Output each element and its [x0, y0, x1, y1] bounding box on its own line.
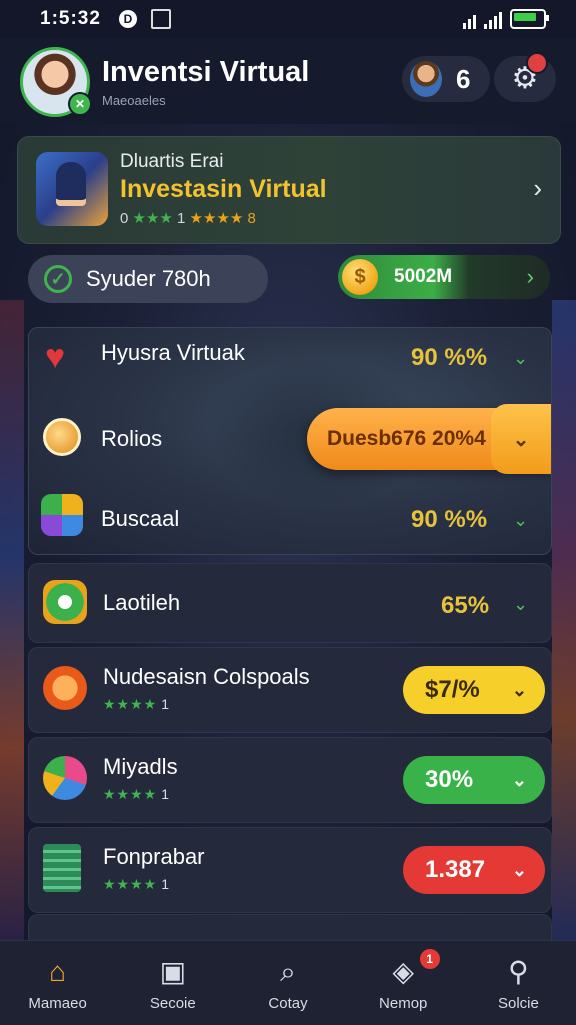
status-pill[interactable]: ✓ Syuder 780h — [28, 255, 268, 303]
check-icon: ✓ — [44, 265, 72, 293]
notification-icon: D — [118, 10, 137, 28]
chevron-down-icon: ⌄ — [511, 769, 527, 790]
gift-icon — [43, 666, 87, 710]
group-row-label[interactable]: Hyusra Virtuak — [101, 340, 245, 366]
chart-icon: ⌕ — [280, 955, 296, 987]
nav-label: Mamaeo — [28, 994, 87, 1012]
app-title: Inventsi Virtual — [102, 56, 310, 88]
balance-button[interactable]: $ 5002M › — [338, 255, 550, 299]
chevron-down-icon: ⌄ — [511, 679, 527, 700]
notification-badge: 1 — [417, 947, 442, 971]
nav-label: Solcie — [497, 994, 539, 1012]
orange-stars-icon: ★★★★ — [189, 210, 244, 227]
chevron-down-icon: ⌄ — [511, 859, 527, 880]
background-glow-left — [0, 300, 24, 940]
app-subtitle: Maeoaeles — [102, 93, 166, 108]
featured-game-icon — [36, 152, 108, 226]
nav-label: Secoie — [149, 994, 196, 1012]
notification-dot — [526, 52, 548, 74]
list-item-title: Laotileh — [103, 590, 181, 615]
rating-count: 1 — [161, 786, 170, 802]
status-time: 1:5:32 — [40, 8, 101, 29]
signal-icon — [484, 12, 502, 29]
nav-calendar[interactable]: ▣ Secoie — [115, 941, 230, 1025]
list-item[interactable]: Nudesaisn Colspoals ★★★★ 1 $7/% ⌄ — [28, 647, 552, 733]
chevron-down-icon[interactable]: ⌄ — [513, 510, 528, 531]
character-icon — [410, 61, 442, 97]
featured-subtitle: Dluartis Erai — [120, 151, 224, 172]
value-badge[interactable]: $7/% ⌄ — [403, 666, 545, 714]
badge-value: 30% — [425, 766, 474, 793]
search-icon: ⚲ — [508, 955, 529, 987]
nav-chart[interactable]: ⌕ Cotay — [230, 941, 345, 1025]
group-row-value: 90 %% — [411, 506, 488, 533]
app-header: ✕ Inventsi Virtual Maeoaeles 6 ⚙ — [0, 38, 576, 124]
list-item[interactable]: Miyadls ★★★★ 1 30% ⌄ — [28, 737, 552, 823]
rating-stars: ★★★★ 1 — [103, 696, 170, 712]
coin-count: 6 — [456, 63, 471, 94]
list-item-title: Nudesaisn Colspoals — [103, 664, 310, 689]
badge-value: $7/% — [425, 676, 480, 703]
heart-icon: ♥ — [45, 338, 66, 376]
settings-button[interactable]: ⚙ — [494, 52, 556, 102]
chevron-down-icon[interactable]: ⌄ — [513, 348, 528, 369]
rating-suffix: 8 — [247, 210, 256, 227]
group-row-label[interactable]: Buscaal — [101, 506, 179, 532]
balance-amount: 5002M — [394, 266, 453, 287]
featured-rating: 0 ★★★ 1 ★★★★ 8 — [120, 209, 256, 227]
status-bar: 1:5:32 D — [0, 0, 576, 38]
coin-icon: $ — [342, 259, 378, 295]
coins-button[interactable]: 6 — [402, 56, 490, 102]
rating-count: 1 — [161, 876, 170, 892]
investment-group-card: ♥ Hyusra Virtuak 90 %% ⌄ Rolios Duesb676… — [28, 327, 552, 555]
palette-icon — [43, 756, 87, 800]
nav-home[interactable]: ⌂ Mamaeo — [0, 941, 115, 1025]
wifi-icon — [463, 15, 476, 29]
avatar-status-badge: ✕ — [68, 92, 92, 116]
list-item-title: Miyadls — [103, 754, 178, 779]
rating-count: 1 — [161, 696, 170, 712]
home-icon: ⌂ — [49, 955, 67, 987]
group-row-value: 90 %% — [411, 344, 488, 371]
chevron-down-icon[interactable]: ⌄ — [513, 594, 528, 615]
highlight-value: Duesb676 20%4 — [327, 427, 486, 450]
battery-icon — [510, 9, 549, 29]
value-badge[interactable]: 1.387 ⌄ — [403, 846, 545, 894]
chevron-down-icon[interactable]: ⌄ — [491, 404, 551, 474]
nav-label: Nemop — [379, 994, 428, 1012]
group-row-label[interactable]: Rolios — [101, 426, 162, 452]
list-item[interactable]: Fonprabar ★★★★ 1 1.387 ⌄ — [28, 827, 552, 913]
bag-icon: ◈ — [392, 955, 414, 987]
gear-green-icon — [43, 580, 87, 624]
rating-stars: ★★★★ 1 — [103, 876, 170, 892]
rating-prefix: 0 — [120, 210, 129, 227]
smiley-icon — [43, 418, 81, 456]
status-text: Syuder 780h — [86, 266, 211, 291]
bottom-navigation: ⌂ Mamaeo ▣ Secoie ⌕ Cotay ◈ Nemop 1 ⚲ So… — [0, 940, 576, 1025]
badge-value: 1.387 — [425, 856, 486, 883]
list-item-value: 65% — [441, 592, 490, 619]
green-stars-icon: ★★★ — [132, 210, 173, 227]
calendar-icon: ▣ — [159, 955, 187, 987]
nav-bag[interactable]: ◈ Nemop 1 — [346, 941, 461, 1025]
rating-stars: ★★★★ 1 — [103, 786, 170, 802]
nav-label: Cotay — [268, 994, 308, 1012]
blocks-icon — [41, 494, 83, 536]
chevron-right-icon: › — [533, 173, 542, 203]
nav-search[interactable]: ⚲ Solcie — [461, 941, 576, 1025]
document-icon — [43, 844, 81, 892]
featured-title: Investasin Virtual — [120, 175, 327, 203]
highlight-value-button[interactable]: Duesb676 20%4 ⌄ — [307, 404, 551, 474]
value-badge[interactable]: 30% ⌄ — [403, 756, 545, 804]
featured-card[interactable]: Dluartis Erai Investasin Virtual 0 ★★★ 1… — [17, 136, 561, 244]
image-icon — [150, 9, 171, 29]
background-glow-right — [552, 300, 576, 940]
rating-count: 1 — [177, 210, 186, 227]
list-item-title: Fonprabar — [103, 844, 205, 869]
chevron-right-icon: › — [526, 264, 534, 289]
list-item[interactable]: Laotileh 65% ⌄ — [28, 563, 552, 643]
